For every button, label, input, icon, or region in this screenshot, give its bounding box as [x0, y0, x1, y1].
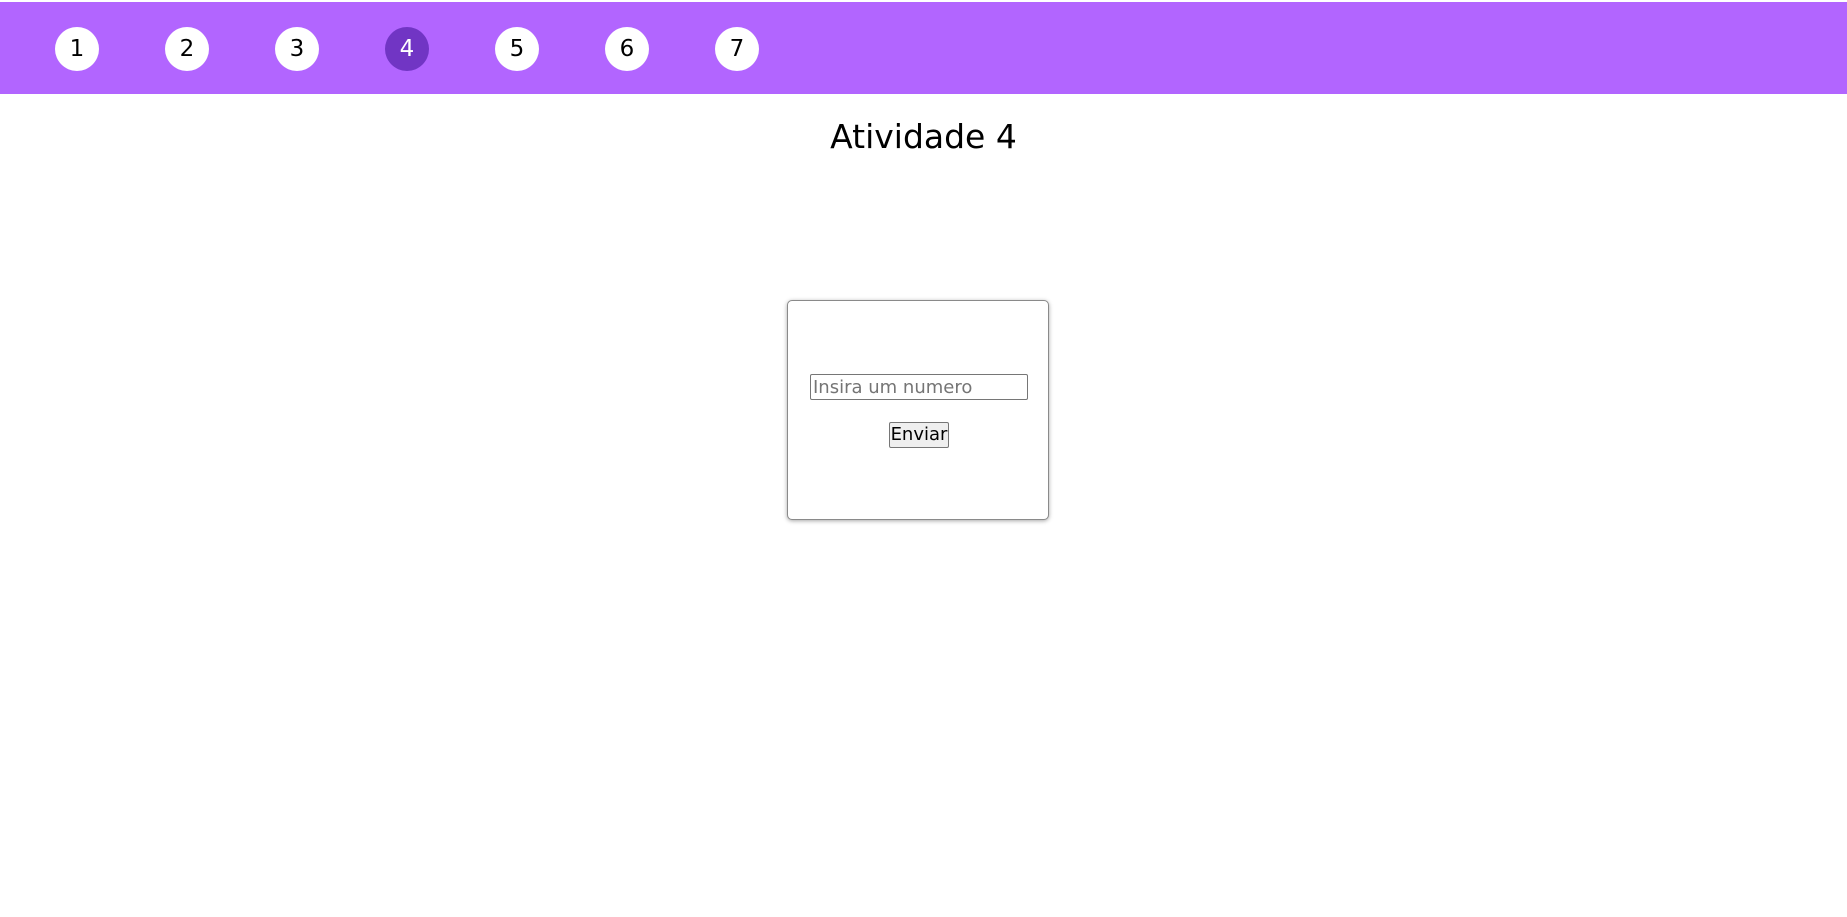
nav-item-4[interactable]: 4: [385, 27, 429, 71]
nav-item-7[interactable]: 7: [715, 27, 759, 71]
number-input[interactable]: [810, 374, 1028, 400]
send-button[interactable]: Enviar: [889, 422, 949, 448]
nav-item-5[interactable]: 5: [495, 27, 539, 71]
activity-nav-list: 1 2 3 4 5 6 7: [0, 2, 1847, 94]
nav-item-3[interactable]: 3: [275, 27, 319, 71]
top-navigation-bar: 1 2 3 4 5 6 7: [0, 2, 1847, 94]
nav-item-1[interactable]: 1: [55, 27, 99, 71]
nav-item-2[interactable]: 2: [165, 27, 209, 71]
nav-item-6[interactable]: 6: [605, 27, 649, 71]
number-form-card: Enviar: [787, 300, 1049, 520]
page-title: Atividade 4: [830, 117, 1017, 156]
